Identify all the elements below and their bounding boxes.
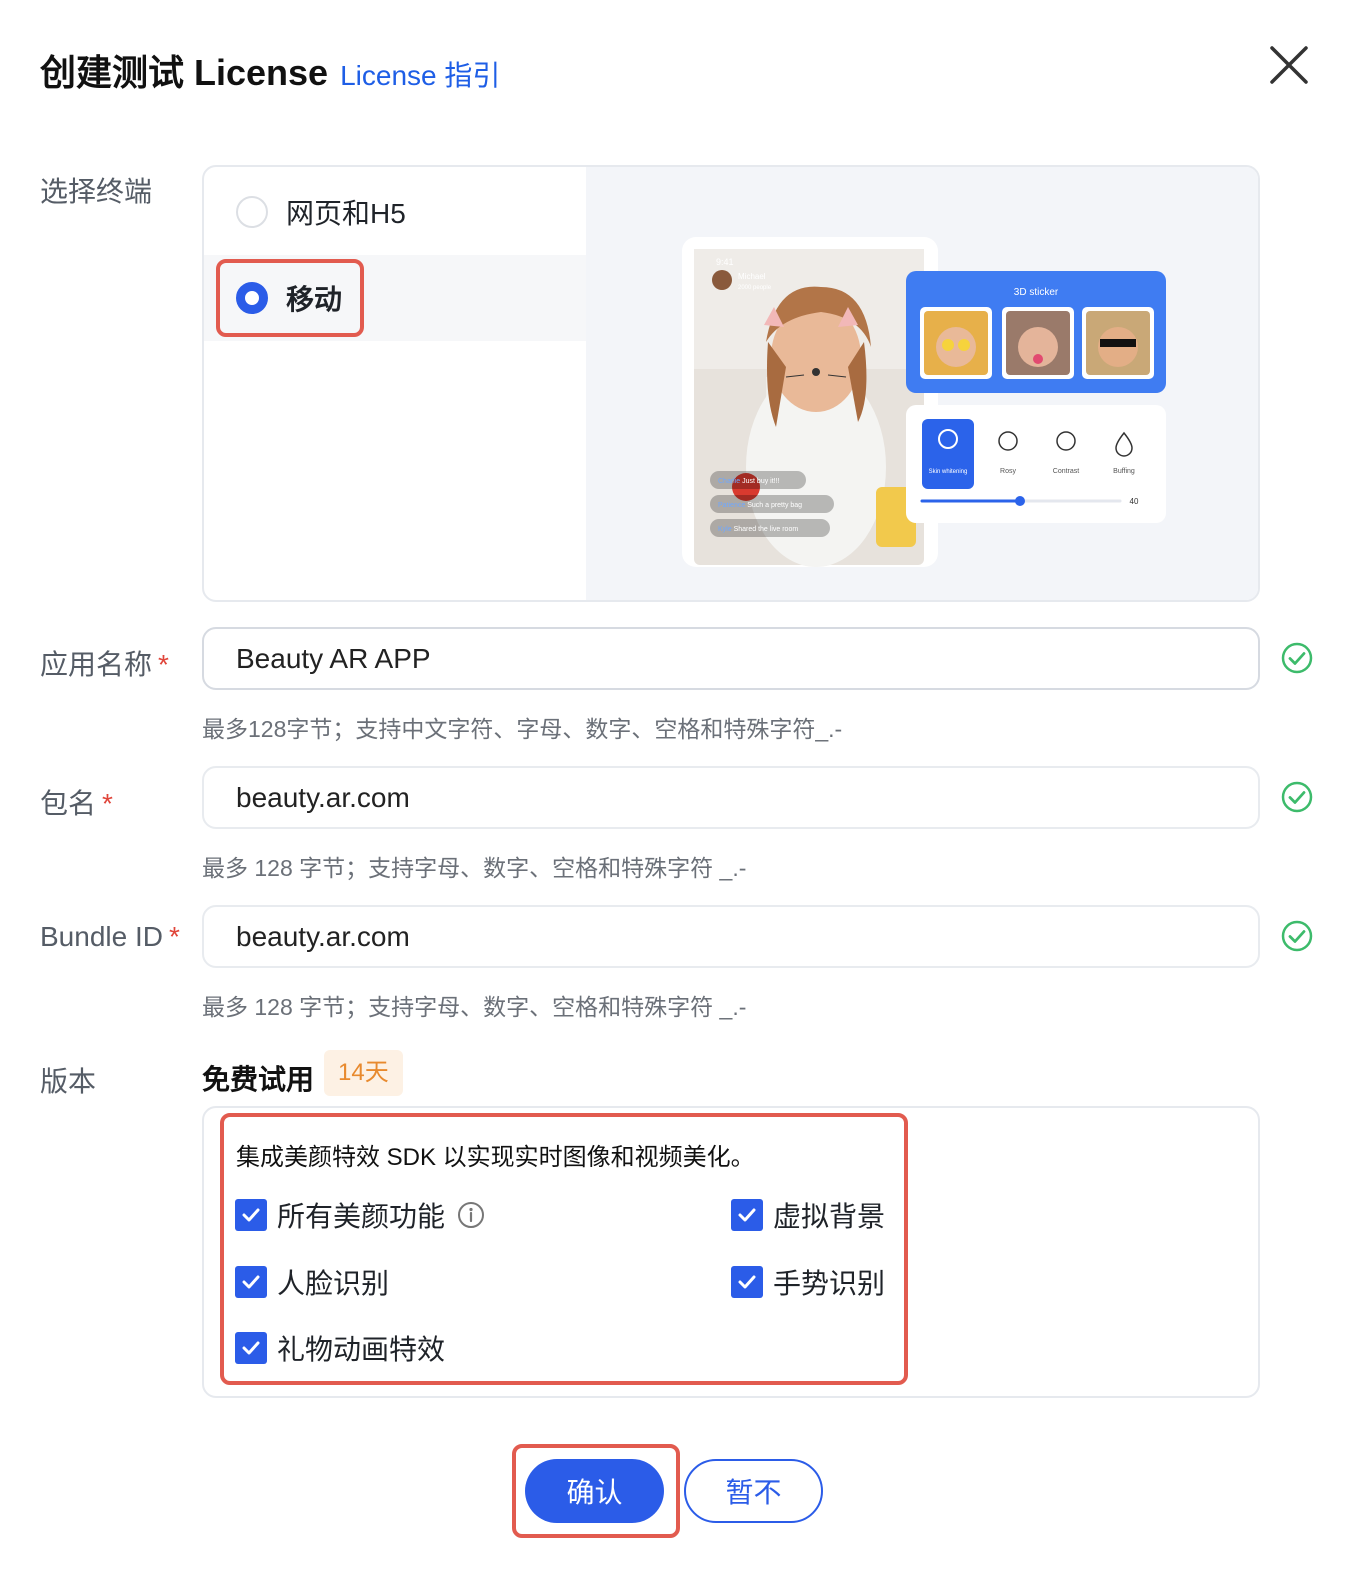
bundle-id-hint: 最多 128 字节；支持字母、数字、空格和特殊字符 _.-	[202, 994, 747, 1020]
chat-text-1: Just buy it!!!	[742, 478, 779, 485]
feature-gesture-recognition[interactable]: 手势识别	[731, 1262, 885, 1302]
beauty-tool-3: Contrast	[1053, 468, 1080, 475]
beauty-slider-value: 40	[1130, 497, 1139, 506]
feature-gift-animation[interactable]: 礼物动画特效	[235, 1328, 445, 1368]
bundle-id-label: Bundle ID *	[40, 921, 180, 952]
dialog-header: 创建测试 License License 指引	[40, 44, 500, 96]
terminal-option-web[interactable]: 网页和H5	[204, 169, 586, 255]
preview-viewers: 2000 people	[738, 285, 772, 291]
confirm-button[interactable]: 确认	[525, 1459, 664, 1523]
chat-user-1: Charlie	[718, 478, 740, 485]
sticker-panel-title: 3D sticker	[1014, 287, 1059, 298]
package-label: 包名 *	[40, 788, 113, 819]
package-valid-icon	[1281, 781, 1313, 813]
checkbox-checked-icon[interactable]	[731, 1199, 763, 1231]
chat-text-2: Such a pretty bag	[747, 502, 802, 509]
feature-virtual-background[interactable]: 虚拟背景	[731, 1195, 885, 1235]
feature-all-beauty[interactable]: 所有美颜功能	[235, 1195, 485, 1235]
version-description: 集成美颜特效 SDK 以实现实时图像和视频美化。	[236, 1144, 755, 1171]
svg-text:Charlie Just buy it!!!: Charlie Just buy it!!!	[718, 478, 780, 485]
package-hint: 最多 128 字节；支持字母、数字、空格和特殊字符 _.-	[202, 855, 747, 881]
feature-label: 礼物动画特效	[277, 1334, 446, 1365]
version-label: 版本	[40, 1066, 97, 1097]
feature-label: 人脸识别	[277, 1268, 390, 1299]
feature-label: 手势识别	[773, 1268, 886, 1299]
app-name-valid-icon	[1281, 642, 1313, 674]
terminal-option-web-label: 网页和H5	[286, 198, 406, 229]
radio-web[interactable]	[236, 196, 268, 228]
version-plan: 免费试用	[202, 1064, 315, 1095]
app-name-input[interactable]	[202, 627, 1260, 690]
feature-label: 虚拟背景	[773, 1201, 886, 1232]
cancel-button[interactable]: 暂不	[684, 1459, 823, 1523]
trial-days-badge: 14天	[324, 1050, 403, 1096]
bundle-id-valid-icon	[1281, 920, 1313, 952]
bundle-id-input[interactable]	[202, 905, 1260, 968]
svg-text:Patience Such a pretty bag: Patience Such a pretty bag	[718, 502, 802, 509]
mobile-preview-illustration: 9:41 Michael 2000 people Charlie Just bu…	[586, 167, 1258, 600]
beauty-tool-4: Buffing	[1113, 468, 1135, 475]
checkbox-checked-icon[interactable]	[731, 1266, 763, 1298]
svg-text:Kyle Shared the live room: Kyle Shared the live room	[718, 526, 798, 533]
checkbox-checked-icon[interactable]	[235, 1332, 267, 1364]
chat-user-2: Patience	[718, 502, 745, 509]
dialog-title: 创建测试 License	[40, 52, 329, 93]
package-input[interactable]	[202, 766, 1260, 829]
terminal-option-mobile[interactable]: 移动	[204, 255, 586, 341]
feature-face-recognition[interactable]: 人脸识别	[235, 1262, 389, 1302]
terminal-selector: 网页和H5 移动 9:41 Michael 2000 people Charli…	[202, 165, 1260, 602]
checkbox-checked-icon[interactable]	[235, 1199, 267, 1231]
checkbox-checked-icon[interactable]	[235, 1266, 267, 1298]
chat-user-3: Kyle	[718, 526, 732, 533]
info-icon[interactable]	[457, 1201, 485, 1229]
close-icon[interactable]	[1266, 42, 1312, 88]
feature-label: 所有美颜功能	[277, 1201, 446, 1232]
preview-status-time: 9:41	[716, 257, 734, 267]
radio-mobile[interactable]	[236, 282, 268, 314]
chat-text-3: Shared the live room	[734, 526, 799, 533]
preview-streamer-name: Michael	[738, 272, 766, 281]
app-name-label: 应用名称 *	[40, 649, 169, 680]
beauty-tool-1: Skin whitening	[929, 469, 968, 475]
app-name-hint: 最多128字节；支持中文字符、字母、数字、空格和特殊字符_.-	[202, 716, 843, 742]
terminal-label: 选择终端	[40, 176, 153, 207]
terminal-option-mobile-label: 移动	[286, 284, 343, 315]
beauty-tool-2: Rosy	[1000, 468, 1016, 475]
terminal-options: 网页和H5 移动	[204, 167, 586, 600]
license-guide-link[interactable]: License 指引	[340, 54, 500, 94]
